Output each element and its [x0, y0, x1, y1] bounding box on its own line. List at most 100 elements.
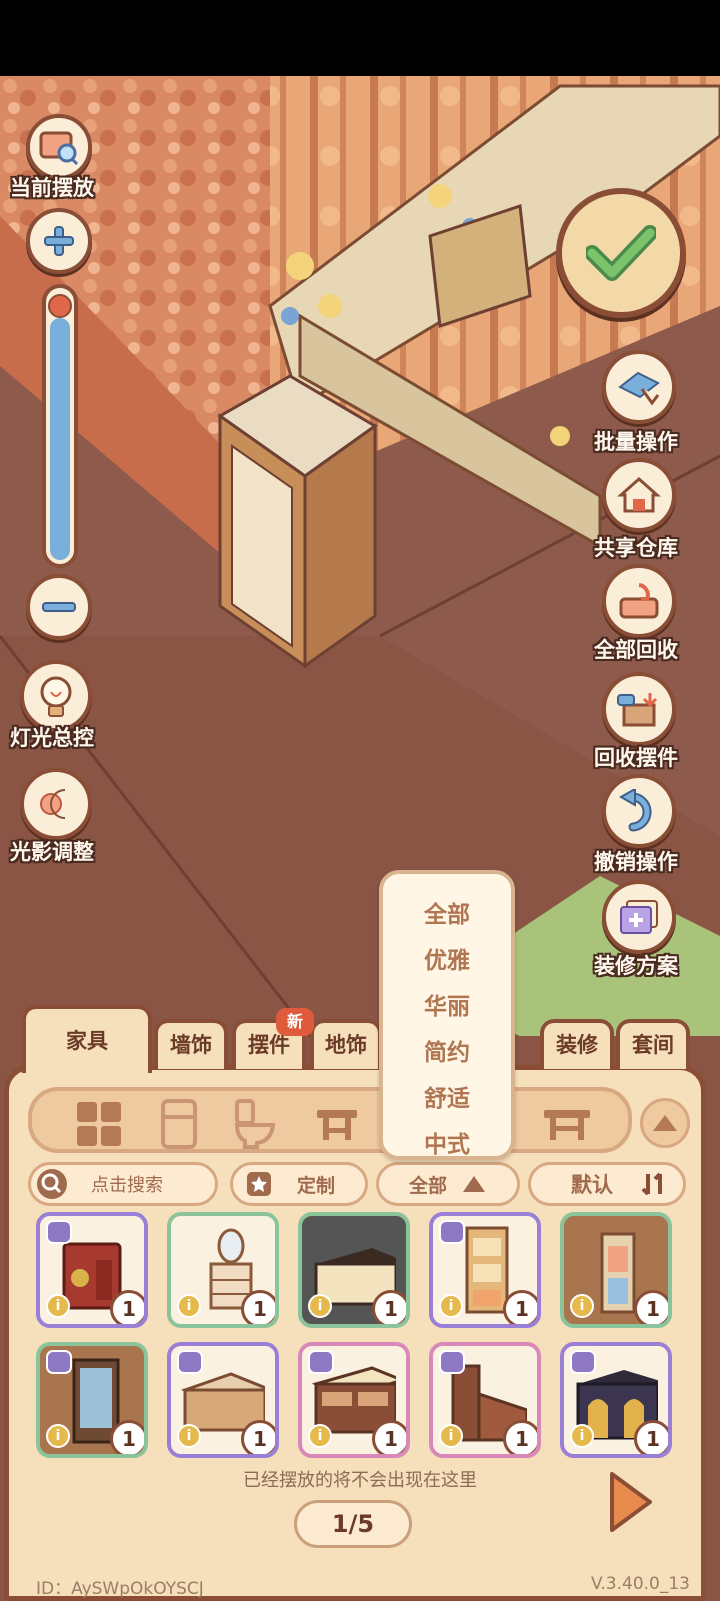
item-card[interactable]: i 1 — [560, 1212, 672, 1328]
info-icon[interactable]: i — [308, 1294, 332, 1318]
info-icon[interactable]: i — [439, 1424, 463, 1448]
current-placement-button[interactable] — [26, 114, 92, 180]
toilet-icon[interactable] — [230, 1099, 280, 1149]
lighting-control-label: 灯光总控 — [10, 726, 94, 750]
recall-item-button[interactable] — [602, 672, 676, 746]
item-card[interactable]: i 1 — [560, 1342, 672, 1458]
shared-storage-label: 共享仓库 — [594, 536, 678, 560]
item-count: 1 — [372, 1290, 406, 1324]
page-indicator: 1/5 — [294, 1500, 412, 1548]
tab-furniture[interactable]: 家具 — [22, 1005, 152, 1073]
sun-moon-icon — [40, 789, 66, 819]
new-badge: 新 — [276, 1008, 314, 1036]
furniture-tag-icon — [439, 1350, 465, 1374]
shared-storage-button[interactable] — [602, 458, 676, 532]
info-icon[interactable]: i — [177, 1424, 201, 1448]
search-input[interactable]: 点击搜索 — [28, 1162, 218, 1206]
zoom-out-button[interactable] — [26, 574, 92, 640]
style-filter-menu: 全部 优雅 华丽 简约 舒适 中式 — [379, 870, 515, 1160]
item-card[interactable]: i 1 — [429, 1342, 541, 1458]
info-icon[interactable]: i — [439, 1294, 463, 1318]
item-count: 1 — [503, 1420, 537, 1454]
sort-arrows-icon — [641, 1172, 662, 1196]
undo-button[interactable] — [602, 774, 676, 848]
triangle-up-icon — [653, 1115, 677, 1131]
zoom-slider-handle[interactable] — [48, 294, 72, 318]
sort-dropdown[interactable]: 默认 — [528, 1162, 686, 1206]
current-placement-label: 当前摆放 — [10, 176, 94, 200]
next-page-button[interactable] — [606, 1470, 654, 1534]
item-card[interactable]: i 1 — [298, 1342, 410, 1458]
item-count: 1 — [110, 1420, 144, 1454]
style-filter-dropdown[interactable]: 全部 — [376, 1162, 520, 1206]
status-bar — [0, 0, 720, 76]
furniture-tag-icon — [308, 1350, 334, 1374]
search-placeholder: 点击搜索 — [91, 1175, 163, 1196]
checkmark-icon — [586, 225, 656, 281]
item-count: 1 — [503, 1290, 537, 1324]
shadow-adjust-label: 光影调整 — [10, 840, 94, 864]
filter-option-chinese[interactable]: 中式 — [383, 1122, 511, 1156]
info-icon[interactable]: i — [177, 1294, 201, 1318]
tab-wall-decor[interactable]: 墙饰 — [154, 1019, 228, 1069]
tab-floor-decor[interactable]: 地饰 — [310, 1019, 382, 1069]
plans-folder-icon — [620, 900, 658, 934]
zoom-slider[interactable] — [42, 284, 78, 568]
item-card[interactable]: i 1 — [167, 1212, 279, 1328]
lightbulb-icon — [40, 676, 72, 717]
custom-button[interactable]: 定制 — [230, 1162, 368, 1206]
style-filter-value: 全部 — [409, 1174, 448, 1197]
batch-operation-label: 批量操作 — [594, 430, 678, 454]
undo-label: 撤销操作 — [594, 850, 678, 874]
all-categories-icon[interactable] — [74, 1099, 124, 1149]
filter-option-comfortable[interactable]: 舒适 — [383, 1076, 511, 1122]
info-icon[interactable]: i — [308, 1424, 332, 1448]
zoom-in-button[interactable] — [26, 208, 92, 274]
confirm-button[interactable] — [556, 188, 686, 318]
undo-arrow-icon — [619, 789, 652, 832]
item-card[interactable]: i 1 — [36, 1342, 148, 1458]
info-icon[interactable]: i — [570, 1424, 594, 1448]
filter-option-gorgeous[interactable]: 华丽 — [383, 984, 511, 1030]
info-icon[interactable]: i — [46, 1294, 70, 1318]
item-card[interactable]: i 1 — [167, 1342, 279, 1458]
filter-option-all[interactable]: 全部 — [383, 892, 511, 938]
tab-renovation[interactable]: 装修 — [540, 1019, 614, 1069]
stool-icon[interactable] — [312, 1099, 362, 1149]
sort-value: 默认 — [571, 1173, 613, 1197]
hand-select-icon — [618, 371, 660, 406]
plus-icon — [44, 226, 74, 256]
furniture-tag-icon — [46, 1350, 72, 1374]
collapse-panel-button[interactable] — [640, 1098, 690, 1148]
furniture-tag-icon — [570, 1350, 596, 1374]
item-card[interactable]: i 1 — [298, 1212, 410, 1328]
filter-option-simple[interactable]: 简约 — [383, 1030, 511, 1076]
custom-label: 定制 — [297, 1174, 336, 1197]
shadow-adjust-button[interactable] — [20, 768, 92, 840]
info-icon[interactable]: i — [46, 1424, 70, 1448]
zoom-slider-fill — [50, 318, 70, 560]
item-count: 1 — [634, 1420, 668, 1454]
recall-all-label: 全部回收 — [594, 638, 678, 662]
item-card[interactable]: i 1 — [429, 1212, 541, 1328]
fridge-icon[interactable] — [154, 1099, 204, 1149]
category-bar — [28, 1087, 632, 1153]
decoration-plans-button[interactable] — [602, 880, 676, 954]
box-down-icon — [617, 693, 658, 727]
star-tag-icon — [247, 1172, 271, 1196]
tab-suite[interactable]: 套间 — [616, 1019, 690, 1069]
search-room-icon — [39, 131, 79, 165]
tray-return-icon — [619, 583, 659, 619]
table-icon[interactable] — [542, 1099, 592, 1149]
triangle-up-icon — [463, 1176, 486, 1192]
info-icon[interactable]: i — [570, 1294, 594, 1318]
recall-all-button[interactable] — [602, 564, 676, 638]
arrow-right-icon — [610, 1472, 652, 1532]
filter-option-elegant[interactable]: 优雅 — [383, 938, 511, 984]
item-count: 1 — [241, 1290, 275, 1324]
minus-icon — [42, 602, 76, 612]
item-count: 1 — [634, 1290, 668, 1324]
batch-operation-button[interactable] — [602, 350, 676, 424]
recall-item-label: 回收摆件 — [594, 746, 678, 770]
item-card[interactable]: i 1 — [36, 1212, 148, 1328]
